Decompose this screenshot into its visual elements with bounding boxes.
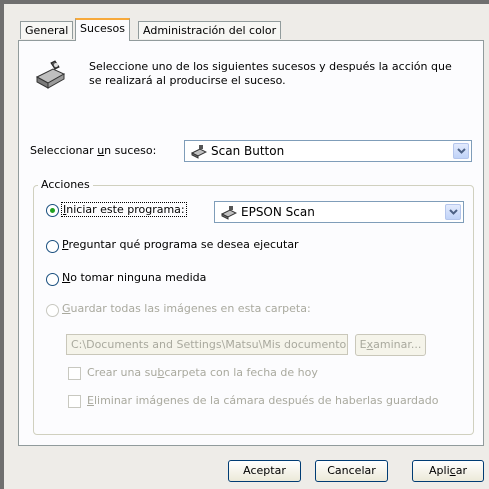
browse-button[interactable]: Examinar...	[355, 334, 426, 356]
event-select-value: Scan Button	[211, 144, 285, 158]
delete-accel: E	[87, 394, 94, 407]
program-select[interactable]: EPSON Scan	[214, 201, 464, 223]
tab-general-label: General	[25, 24, 69, 37]
browse-post: aminar...	[373, 338, 422, 351]
event-select[interactable]: Scan Button	[184, 140, 472, 162]
event-label-pre: Seleccionar	[30, 144, 98, 157]
save-accel: G	[62, 302, 71, 315]
scanner-icon	[33, 57, 67, 91]
checkbox-delete-images-label[interactable]: Eliminar imágenes de la cámara después d…	[87, 394, 439, 407]
folder-path-field[interactable]: C:\Documents and Settings\Matsu\Mis docu…	[66, 334, 348, 355]
apply-post: ar	[455, 464, 467, 477]
radio-no-action[interactable]	[46, 273, 59, 286]
browse-pre: E	[359, 338, 367, 351]
header-line-2: se realizará al producirse el suceso.	[89, 74, 286, 87]
ok-button[interactable]: Aceptar	[228, 460, 301, 482]
radio-save-images[interactable]	[46, 304, 59, 317]
radio-start-program-label[interactable]: Iniciar este programa:	[61, 202, 187, 217]
start-rest: niciar este programa:	[66, 203, 185, 216]
checkbox-subfolder-label[interactable]: Crear una subcarpeta con la fecha de hoy	[87, 366, 318, 379]
event-label: Seleccionar un suceso:	[30, 144, 156, 157]
program-select-value: EPSON Scan	[241, 205, 315, 219]
chevron-down-icon[interactable]	[445, 204, 461, 220]
radio-ask-program-label[interactable]: Preguntar qué programa se desea ejecutar	[62, 238, 299, 251]
delete-rest: liminar imágenes de la cámara después de…	[93, 394, 439, 407]
header-line-1: Seleccione uno de los siguientes sucesos…	[89, 60, 452, 73]
cancel-button[interactable]: Cancelar	[315, 460, 388, 482]
radio-save-images-label[interactable]: Guardar todas las imágenes en esta carpe…	[62, 302, 311, 315]
tab-color-label: Administración del color	[143, 24, 277, 37]
apply-pre: Apli	[429, 464, 450, 477]
radio-ask-program[interactable]	[46, 240, 59, 253]
ask-rest: reguntar qué programa se desea ejecutar	[68, 238, 299, 251]
actions-legend: Acciones	[38, 178, 93, 191]
checkbox-delete-images[interactable]	[68, 395, 81, 408]
tab-general[interactable]: General	[20, 21, 74, 39]
scanner-small-icon	[220, 205, 238, 220]
event-label-post: n suceso:	[104, 144, 157, 157]
chevron-down-icon[interactable]	[453, 143, 469, 159]
none-rest: o tomar ninguna medida	[70, 271, 207, 284]
save-rest: uardar todas las imágenes en esta carpet…	[70, 302, 311, 315]
radio-selected-dot	[50, 208, 55, 213]
tab-sucesos[interactable]: Sucesos	[75, 18, 130, 41]
scanner-small-icon	[190, 144, 208, 159]
tab-sucesos-label: Sucesos	[80, 22, 125, 35]
checkbox-subfolder[interactable]	[68, 367, 81, 380]
apply-button[interactable]: Aplicar	[412, 460, 484, 482]
subfolder-pre: Crear una su	[87, 366, 158, 379]
subfolder-post: carpeta con la fecha de hoy	[164, 366, 318, 379]
radio-no-action-label[interactable]: No tomar ninguna medida	[62, 271, 206, 284]
none-accel: N	[62, 271, 71, 284]
tab-color-management[interactable]: Administración del color	[138, 21, 282, 39]
radio-start-program[interactable]	[46, 204, 59, 217]
